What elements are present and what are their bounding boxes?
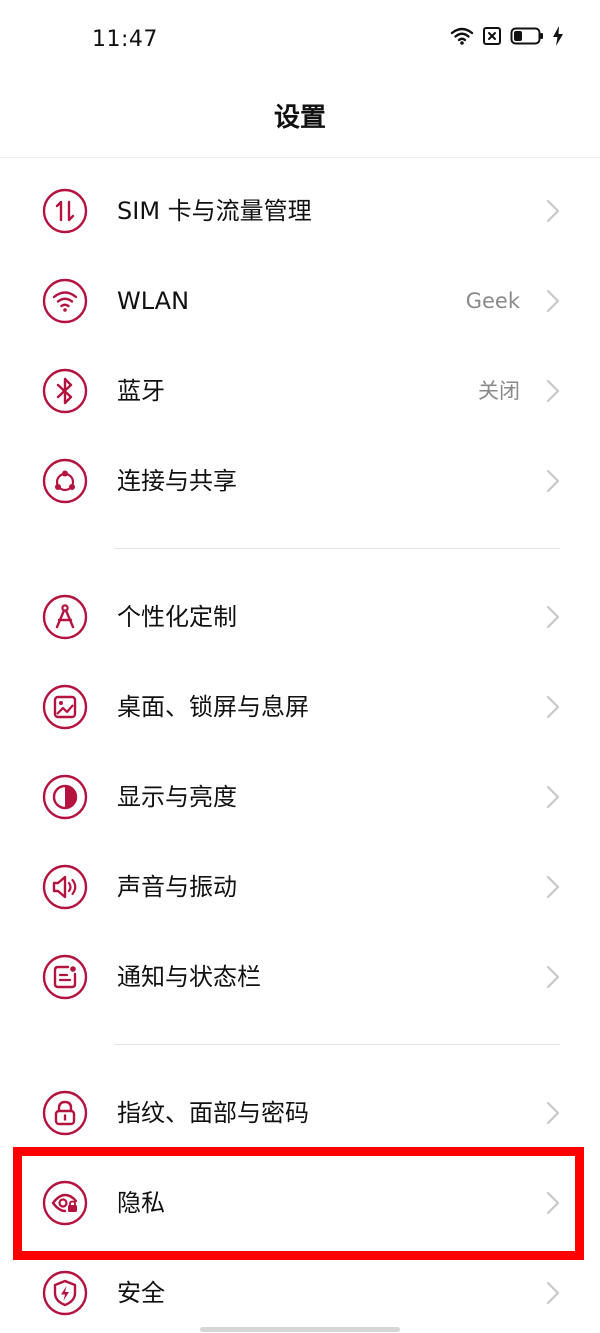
status-bar: 11:47 (0, 0, 600, 76)
settings-item-display-brightness[interactable]: 显示与亮度 (0, 752, 600, 842)
chevron-right-icon (546, 289, 560, 313)
wifi-icon (42, 278, 88, 324)
settings-item-value: 关闭 (478, 379, 520, 403)
settings-item-label: 个性化定制 (117, 603, 237, 631)
settings-item-security[interactable]: 安全 (0, 1248, 600, 1333)
status-icons (450, 26, 564, 46)
settings-item-value: Geek (465, 289, 520, 313)
home-indicator[interactable] (200, 1327, 400, 1332)
settings-item-bluetooth[interactable]: 蓝牙 关闭 (0, 346, 600, 436)
wifi-icon (450, 26, 474, 46)
share-icon (42, 458, 88, 504)
chevron-right-icon (546, 199, 560, 223)
chevron-right-icon (546, 695, 560, 719)
settings-item-notifications-statusbar[interactable]: 通知与状态栏 (0, 932, 600, 1022)
settings-list: SIM 卡与流量管理 WLAN Geek 蓝牙 关闭 连接与共享 个性化定制 桌… (0, 166, 600, 1333)
chevron-right-icon (546, 469, 560, 493)
settings-item-fingerprint-face-password[interactable]: 指纹、面部与密码 (0, 1068, 600, 1158)
settings-item-privacy[interactable]: 隐私 (0, 1158, 600, 1248)
wallpaper-icon (42, 684, 88, 730)
chevron-right-icon (546, 1191, 560, 1215)
settings-item-label: 桌面、锁屏与息屏 (117, 693, 309, 721)
title-divider (0, 157, 600, 158)
settings-item-sim[interactable]: SIM 卡与流量管理 (0, 166, 600, 256)
settings-item-connection-sharing[interactable]: 连接与共享 (0, 436, 600, 526)
sim-data-icon (42, 188, 88, 234)
lock-icon (42, 1090, 88, 1136)
bluetooth-icon (42, 368, 88, 414)
settings-item-wlan[interactable]: WLAN Geek (0, 256, 600, 346)
settings-item-desktop-lockscreen[interactable]: 桌面、锁屏与息屏 (0, 662, 600, 752)
chevron-right-icon (546, 875, 560, 899)
settings-item-label: 显示与亮度 (117, 783, 237, 811)
settings-item-sound-vibration[interactable]: 声音与振动 (0, 842, 600, 932)
privacy-eye-icon (42, 1180, 88, 1226)
status-time: 11:47 (92, 27, 158, 52)
settings-item-label: 连接与共享 (117, 467, 237, 495)
settings-screen: 11:47 设置 SIM 卡与流量管理 WLAN Geek 蓝牙 关闭 连接与共… (0, 0, 600, 1333)
group-divider (0, 526, 600, 572)
group-divider (0, 1022, 600, 1068)
compass-icon (42, 594, 88, 640)
brightness-icon (42, 774, 88, 820)
chevron-right-icon (546, 965, 560, 989)
page-title: 设置 (273, 103, 326, 133)
settings-item-personalization[interactable]: 个性化定制 (0, 572, 600, 662)
settings-item-label: WLAN (117, 287, 190, 315)
chevron-right-icon (546, 785, 560, 809)
security-shield-icon (42, 1270, 88, 1316)
notification-icon (42, 954, 88, 1000)
chevron-right-icon (546, 1281, 560, 1305)
chevron-right-icon (546, 1101, 560, 1125)
settings-item-label: 声音与振动 (117, 873, 237, 901)
settings-item-label: 通知与状态栏 (117, 963, 261, 991)
settings-item-label: 指纹、面部与密码 (117, 1099, 309, 1127)
settings-item-label: SIM 卡与流量管理 (117, 197, 312, 225)
settings-item-label: 隐私 (117, 1189, 165, 1217)
battery-icon (510, 26, 544, 46)
speaker-icon (42, 864, 88, 910)
charging-icon (552, 26, 564, 46)
settings-item-label: 安全 (117, 1279, 165, 1307)
settings-item-label: 蓝牙 (117, 377, 165, 405)
no-sim-icon (482, 26, 502, 46)
chevron-right-icon (546, 605, 560, 629)
chevron-right-icon (546, 379, 560, 403)
